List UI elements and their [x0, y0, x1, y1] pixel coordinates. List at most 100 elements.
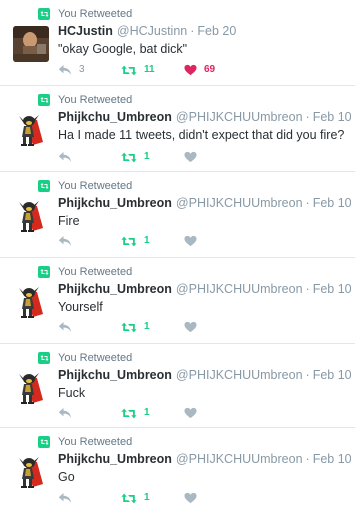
tweet-text: Fuck — [58, 386, 86, 400]
tweet-card[interactable]: You Retweeted Phijkchu_Umbreon @PHIJKCHU… — [0, 344, 355, 428]
tweet-card[interactable]: You Retweeted Phijkchu_Umbreon @PHIJKCHU… — [0, 86, 355, 172]
like-button[interactable] — [184, 232, 244, 250]
retweet-count: 1 — [144, 151, 150, 162]
tweet-card[interactable]: You Retweeted HCJustin @HCJustinn · Feb … — [0, 0, 355, 86]
author-name[interactable]: Phijkchu_Umbreon — [58, 196, 172, 210]
reply-button[interactable] — [58, 318, 121, 336]
separator-dot: · — [305, 196, 310, 210]
tweet-header: Phijkchu_Umbreon @PHIJKCHUUmbreon · Feb … — [58, 110, 351, 126]
reply-button[interactable] — [58, 489, 121, 507]
retweet-count: 1 — [144, 321, 150, 332]
reply-icon — [58, 64, 72, 76]
timestamp[interactable]: Feb 10 — [313, 452, 351, 466]
author-handle[interactable]: @HCJustinn — [117, 24, 187, 38]
avatar[interactable] — [13, 454, 49, 490]
reply-button[interactable] — [58, 232, 121, 250]
heart-icon — [184, 151, 197, 163]
reply-button[interactable]: 3 — [58, 61, 121, 79]
reply-icon — [58, 407, 72, 419]
tweet-actions: 1 — [58, 232, 244, 250]
heart-icon — [184, 407, 197, 419]
tweet-actions: 3 11 69 — [58, 61, 244, 79]
timestamp[interactable]: Feb 20 — [197, 24, 236, 38]
tweet-actions: 1 — [58, 318, 244, 336]
retweet-button[interactable]: 1 — [121, 404, 184, 422]
retweet-button[interactable]: 1 — [121, 489, 184, 507]
heart-icon — [184, 64, 197, 76]
retweeted-indicator: You Retweeted — [38, 265, 132, 279]
author-handle[interactable]: @PHIJKCHUUmbreon — [176, 282, 303, 296]
retweeted-label: You Retweeted — [58, 436, 133, 448]
author-handle[interactable]: @PHIJKCHUUmbreon — [176, 110, 303, 124]
retweeted-indicator: You Retweeted — [38, 7, 132, 21]
retweet-count: 1 — [144, 407, 150, 418]
retweet-icon — [121, 322, 137, 333]
retweeted-label: You Retweeted — [58, 180, 133, 192]
timestamp[interactable]: Feb 10 — [313, 282, 351, 296]
tweet-card[interactable]: You Retweeted Phijkchu_Umbreon @PHIJKCHU… — [0, 428, 355, 512]
tweet-card[interactable]: You Retweeted Phijkchu_Umbreon @PHIJKCHU… — [0, 258, 355, 344]
like-button[interactable] — [184, 318, 244, 336]
tweet-actions: 1 — [58, 404, 244, 422]
tweet-text: "okay Google, bat dick" — [58, 42, 188, 56]
separator-dot: · — [305, 452, 310, 466]
retweet-button[interactable]: 1 — [121, 318, 184, 336]
heart-icon — [184, 235, 197, 247]
tweet-header: Phijkchu_Umbreon @PHIJKCHUUmbreon · Feb … — [58, 452, 351, 468]
retweet-icon — [121, 236, 137, 247]
retweet-count: 1 — [144, 492, 150, 503]
author-handle[interactable]: @PHIJKCHUUmbreon — [176, 452, 303, 466]
author-name[interactable]: Phijkchu_Umbreon — [58, 110, 172, 124]
avatar[interactable] — [13, 370, 49, 406]
retweet-button[interactable]: 1 — [121, 232, 184, 250]
reply-button[interactable] — [58, 404, 121, 422]
author-name[interactable]: Phijkchu_Umbreon — [58, 452, 172, 466]
retweet-badge-icon — [38, 266, 50, 278]
avatar[interactable] — [13, 284, 49, 320]
tweet-text: Ha I made 11 tweets, didn't expect that … — [58, 128, 345, 142]
separator-dot: · — [305, 282, 310, 296]
tweet-header: Phijkchu_Umbreon @PHIJKCHUUmbreon · Feb … — [58, 368, 351, 384]
timestamp[interactable]: Feb 10 — [313, 110, 351, 124]
retweeted-label: You Retweeted — [58, 8, 133, 20]
retweeted-label: You Retweeted — [58, 94, 133, 106]
tweet-actions: 1 — [58, 489, 244, 507]
retweet-count: 11 — [144, 64, 155, 75]
retweeted-indicator: You Retweeted — [38, 351, 132, 365]
reply-icon — [58, 492, 72, 504]
tweet-header: Phijkchu_Umbreon @PHIJKCHUUmbreon · Feb … — [58, 196, 351, 212]
tweet-card[interactable]: You Retweeted Phijkchu_Umbreon @PHIJKCHU… — [0, 172, 355, 258]
tweet-text: Yourself — [58, 300, 103, 314]
timestamp[interactable]: Feb 10 — [313, 196, 351, 210]
separator-dot: · — [305, 110, 310, 124]
reply-button[interactable] — [58, 148, 121, 166]
retweeted-label: You Retweeted — [58, 266, 133, 278]
retweet-icon — [121, 493, 137, 504]
avatar[interactable] — [13, 198, 49, 234]
tweet-header: HCJustin @HCJustinn · Feb 20 — [58, 24, 351, 40]
retweet-icon — [121, 408, 137, 419]
author-name[interactable]: Phijkchu_Umbreon — [58, 368, 172, 382]
avatar[interactable] — [13, 26, 49, 62]
retweet-button[interactable]: 11 — [121, 61, 184, 79]
retweet-button[interactable]: 1 — [121, 148, 184, 166]
author-name[interactable]: Phijkchu_Umbreon — [58, 282, 172, 296]
like-button[interactable] — [184, 489, 244, 507]
reply-icon — [58, 235, 72, 247]
timestamp[interactable]: Feb 10 — [313, 368, 351, 382]
tweet-text: Go — [58, 470, 75, 484]
retweet-badge-icon — [38, 180, 50, 192]
author-name[interactable]: HCJustin — [58, 24, 113, 38]
separator-dot: · — [190, 24, 195, 38]
like-button[interactable]: 69 — [184, 61, 244, 79]
retweet-badge-icon — [38, 436, 50, 448]
retweeted-indicator: You Retweeted — [38, 179, 132, 193]
retweet-icon — [121, 152, 137, 163]
retweet-badge-icon — [38, 94, 50, 106]
like-button[interactable] — [184, 404, 244, 422]
author-handle[interactable]: @PHIJKCHUUmbreon — [176, 196, 303, 210]
avatar[interactable] — [13, 112, 49, 148]
like-button[interactable] — [184, 148, 244, 166]
retweeted-indicator: You Retweeted — [38, 435, 132, 449]
author-handle[interactable]: @PHIJKCHUUmbreon — [176, 368, 303, 382]
